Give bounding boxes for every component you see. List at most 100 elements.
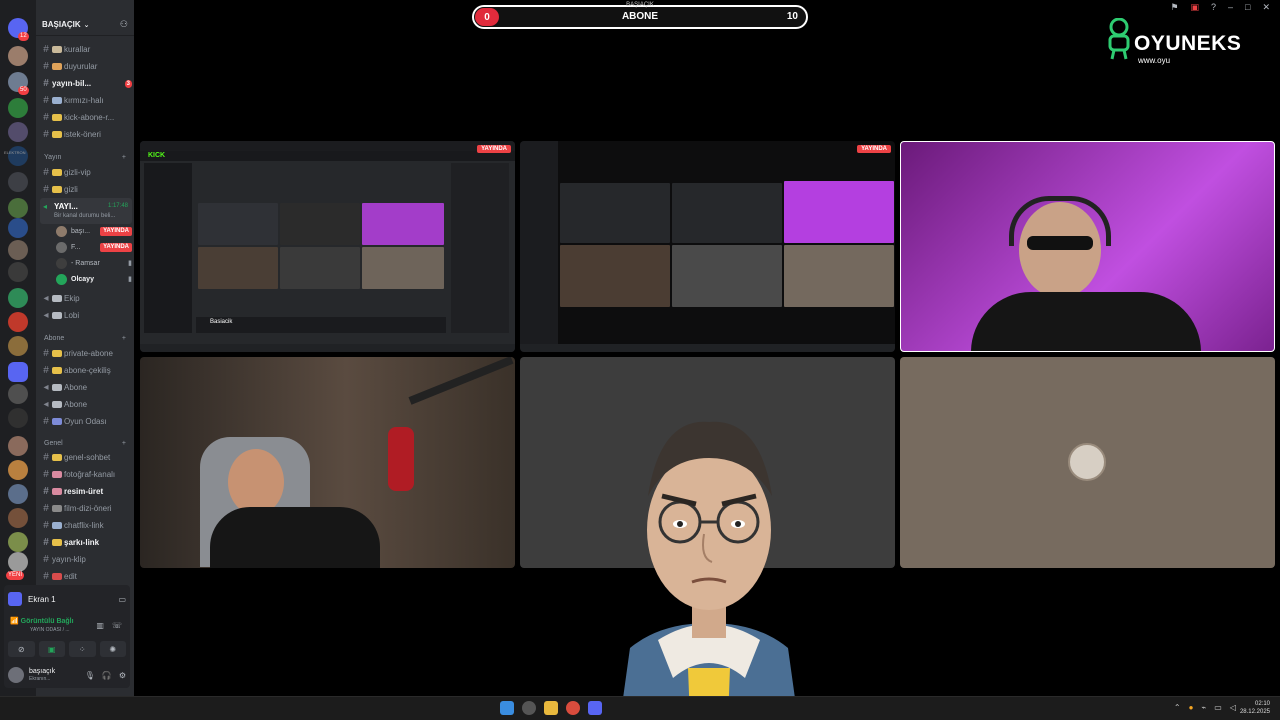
channel-item[interactable]: ◂ Abone — [40, 380, 132, 395]
server-icon[interactable] — [8, 122, 28, 142]
close-icon[interactable]: ✕ — [1262, 2, 1270, 13]
screen-share-button[interactable]: ▣ — [38, 641, 65, 657]
channel-item[interactable]: # duyurular — [40, 59, 132, 74]
goal-owner: BAŞIAÇIK — [626, 2, 654, 8]
channel-item[interactable]: # kurallar — [40, 42, 132, 57]
connection-status[interactable]: 📶 Görüntülü Bağlı — [10, 617, 74, 625]
server-icon[interactable] — [8, 218, 28, 238]
folder-icon[interactable] — [8, 362, 28, 382]
channel-item[interactable]: # gizli-vip — [40, 165, 132, 180]
webcam-tile[interactable] — [140, 357, 515, 568]
channel-item[interactable]: # private-abone — [40, 346, 132, 361]
soundboard-icon[interactable]: ▥ — [96, 621, 104, 630]
channel-item[interactable]: # fotoğraf-kanalı — [40, 467, 132, 482]
microphone-icon[interactable]: 🎙 — [85, 671, 95, 680]
channel-item[interactable]: # kırmızı-halı — [40, 93, 132, 108]
channel-item[interactable]: # edit — [40, 569, 132, 584]
file-explorer-icon[interactable] — [544, 701, 558, 715]
channel-category[interactable]: Genel + — [44, 440, 126, 447]
channel-item[interactable]: ◂ Abone — [40, 397, 132, 412]
mic-tray-icon[interactable]: ● — [1189, 703, 1194, 712]
channel-emoji-icon — [52, 471, 62, 478]
participant-tile[interactable] — [900, 357, 1275, 568]
headphones-icon[interactable]: 🎧 — [102, 671, 112, 680]
avatar[interactable] — [8, 667, 24, 683]
voice-user[interactable]: başı... YAYINDA — [56, 224, 132, 238]
server-icon[interactable] — [8, 384, 28, 404]
minimize-icon[interactable]: – — [1228, 2, 1233, 13]
server-icon[interactable] — [8, 240, 28, 260]
invite-icon[interactable]: ⚇ — [120, 19, 128, 30]
channel-item[interactable]: # kick-abone-r... — [40, 110, 132, 125]
server-icon[interactable] — [8, 172, 28, 192]
add-channel-icon[interactable]: + — [122, 335, 126, 342]
active-voice-channel[interactable]: ◂ YAYI... 1:17:48 Bir kanal durumu beli... — [40, 198, 132, 224]
inbox-icon[interactable]: ▣ — [1190, 2, 1199, 13]
cartoon-character — [620, 421, 798, 720]
server-icon[interactable] — [8, 460, 28, 480]
display-icon[interactable]: ▭ — [1214, 703, 1222, 712]
voice-channel-icon: ◂ — [43, 293, 49, 304]
settings-gear-icon[interactable]: ⚙ — [119, 671, 126, 680]
live-badge: YAYINDA — [477, 145, 511, 153]
channel-item[interactable]: # istek-öneri — [40, 127, 132, 142]
channel-item[interactable]: # abone-çekiliş — [40, 363, 132, 378]
discord-icon[interactable] — [588, 701, 602, 715]
add-channel-icon[interactable]: + — [122, 154, 126, 161]
channel-category[interactable]: Yayın + — [44, 154, 126, 161]
channel-item[interactable]: # şarkı-link — [40, 535, 132, 550]
channel-item[interactable]: # resim-üret — [40, 484, 132, 499]
avatar — [1068, 443, 1106, 481]
disconnect-icon[interactable]: ☏ — [112, 621, 122, 630]
screen-share-tile[interactable]: KICK Basiacik YAYINDA — [140, 141, 515, 352]
channel-item[interactable]: # chatflix-link — [40, 518, 132, 533]
server-icon[interactable] — [8, 532, 28, 552]
volume-icon[interactable]: ◁ — [1230, 703, 1236, 712]
webcam-tile[interactable] — [900, 141, 1275, 352]
windows-start-icon[interactable] — [500, 701, 514, 715]
server-icon[interactable] — [8, 336, 28, 356]
network-icon[interactable]: ⌁ — [1201, 703, 1206, 712]
server-icon[interactable] — [8, 312, 28, 332]
soundboard-button[interactable]: ✺ — [99, 641, 126, 657]
server-icon[interactable] — [8, 198, 28, 218]
screen-share-tile[interactable]: YAYINDA — [520, 141, 895, 352]
flag-icon[interactable]: ⚑ — [1170, 2, 1178, 13]
channel-item[interactable]: ◂ Lobi — [40, 308, 132, 323]
activities-button[interactable]: ⁘ — [69, 641, 96, 657]
server-header[interactable]: BAŞIAÇIK ⌄ ⚇ — [36, 14, 134, 36]
server-icon[interactable] — [8, 408, 28, 428]
server-icon[interactable] — [8, 98, 28, 118]
monitor-icon[interactable]: ▭ — [118, 595, 126, 604]
live-badge: YAYINDA — [100, 226, 132, 236]
clock[interactable]: 02:10 28.12.2025 — [1240, 700, 1270, 716]
channel-item[interactable]: # gizli — [40, 182, 132, 197]
channel-category[interactable]: Abone + — [44, 335, 126, 342]
search-icon[interactable] — [522, 701, 536, 715]
channel-item[interactable]: # yayın-bil... 3 — [40, 76, 132, 91]
voice-user[interactable]: Olcayy ▮ — [56, 272, 132, 286]
server-icon[interactable] — [8, 552, 28, 572]
add-channel-icon[interactable]: + — [122, 440, 126, 447]
camera-off-button[interactable]: ⊘ — [8, 641, 35, 657]
channel-item[interactable]: # film-dizi-öneri — [40, 501, 132, 516]
help-icon[interactable]: ? — [1211, 2, 1216, 13]
server-icon[interactable] — [8, 288, 28, 308]
server-icon[interactable] — [8, 262, 28, 282]
chrome-icon[interactable] — [566, 701, 580, 715]
server-icon[interactable] — [8, 436, 28, 456]
chevron-up-icon[interactable]: ⌃ — [1174, 703, 1181, 712]
channel-item[interactable]: # Oyun Odası — [40, 414, 132, 429]
server-icon[interactable] — [8, 484, 28, 504]
server-icon[interactable] — [8, 46, 28, 66]
clock-date: 28.12.2025 — [1239, 709, 1270, 715]
channel-item[interactable]: # yayın-klip — [40, 552, 132, 567]
server-icon[interactable] — [8, 508, 28, 528]
channel-item[interactable]: ◂ Ekip — [40, 291, 132, 306]
voice-user[interactable]: - Ramsar ▮ — [56, 256, 132, 270]
channel-item[interactable]: # genel-sohbet — [40, 450, 132, 465]
voice-channel-icon: ◂ — [43, 382, 49, 393]
voice-user[interactable]: F... YAYINDA — [56, 240, 132, 254]
screen-share-row[interactable]: Ekran 1 ▭ — [8, 591, 126, 607]
maximize-icon[interactable]: □ — [1245, 2, 1250, 13]
